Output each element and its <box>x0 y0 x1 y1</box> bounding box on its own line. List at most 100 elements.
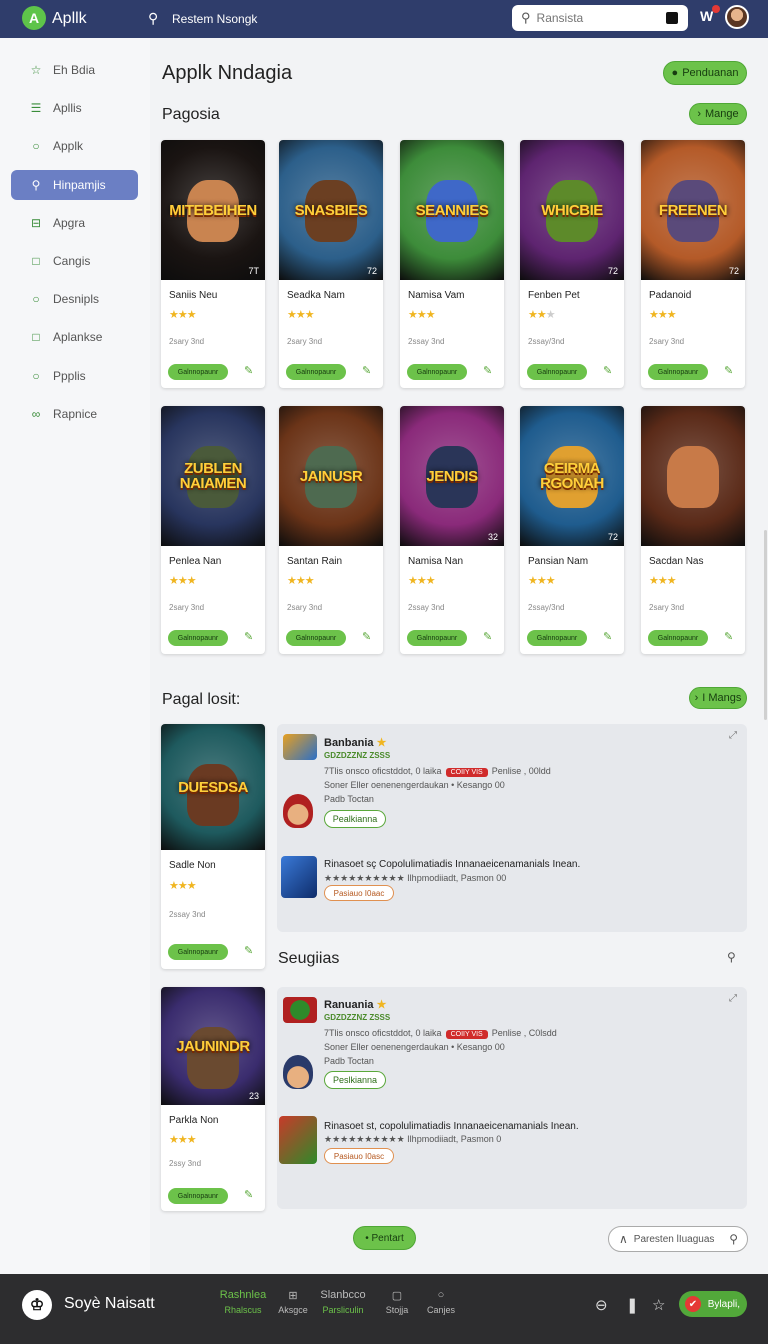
game-thumbnail[interactable]: SNASBIES 72 <box>279 140 383 280</box>
sidebar-item-6[interactable]: ○ Desnipls <box>11 284 138 314</box>
game-card[interactable]: Sacdan Nas ★★★ 2sary 3nd Galnnopaunr ✎ <box>641 406 745 654</box>
game-name: Fenben Pet <box>528 290 580 301</box>
featured-action-button[interactable]: Peslkianna <box>324 1071 386 1089</box>
search-box[interactable]: ⚲ <box>512 5 688 31</box>
close-icon[interactable]: ⤢ <box>729 993 737 1004</box>
pencil-icon[interactable]: ✎ <box>244 1188 253 1201</box>
game-thumbnail[interactable]: CEIRMA RGONAH 72 <box>520 406 624 546</box>
cta-button[interactable]: ✔ Bylapli, <box>679 1291 747 1317</box>
featured-title[interactable]: Banbania ★ <box>324 736 386 749</box>
get-button[interactable]: Galnnopaunr <box>407 630 467 646</box>
game-thumbnail[interactable]: JAUNINDR 23 <box>161 987 265 1105</box>
featured-panel[interactable]: ⤢ Banbania ★ GDZDZZNZ ZSSS 7Tlis onsco o… <box>277 724 747 932</box>
bottom-tab-0[interactable]: Rashnlea Rhalscus <box>218 1289 268 1315</box>
game-card[interactable]: FREENEN 72 Padanoid ★★★ 2sary 3nd Galnnopaunr… <box>641 140 745 388</box>
close-icon[interactable]: ⤢ <box>729 730 737 741</box>
get-button[interactable]: Galnnopaunr <box>168 944 228 960</box>
more-button-2[interactable]: › I Mangs <box>689 687 747 709</box>
game-card[interactable]: SEANNIES Namisa Vam ★★★ 2ssay 3nd Galnnopaun… <box>400 140 504 388</box>
featured-title[interactable]: Ranuania ★ <box>324 998 386 1011</box>
game-thumbnail[interactable]: SEANNIES <box>400 140 504 280</box>
sidebar-item-4[interactable]: ⊟ Apgra <box>11 208 138 238</box>
bottom-tab-4[interactable]: ○ Canjes <box>416 1289 466 1315</box>
sidebar-item-8[interactable]: ○ Ppplis <box>11 361 138 391</box>
get-button[interactable]: Galnnopaunr <box>168 364 228 380</box>
minus-circle-icon[interactable]: ⊖ <box>595 1296 608 1314</box>
pencil-icon[interactable]: ✎ <box>724 630 733 643</box>
star-outline-icon[interactable]: ☆ <box>652 1296 665 1314</box>
bottom-tab-1[interactable]: ⊞ Aksgce <box>268 1289 318 1315</box>
game-thumbnail[interactable]: ZUBLEN NAIAMEN <box>161 406 265 546</box>
sidebar-item-1[interactable]: ☰ Apllis <box>11 93 138 123</box>
game-card[interactable]: JAUNINDR 23 Parkla Non ★★★ 2ssy 3nd Galnnopau… <box>161 987 265 1211</box>
more-button[interactable]: › Mange <box>689 103 747 125</box>
featured-action-button[interactable]: Pealkianna <box>324 810 386 828</box>
bottom-tab-2[interactable]: Slanbcco Parsliculin <box>318 1289 368 1315</box>
featured-panel-2[interactable]: ⤢ Ranuania ★ GDZDZZNZ ZSSS 7Tlis onsco o… <box>277 987 747 1209</box>
pencil-icon[interactable]: ✎ <box>483 630 492 643</box>
avatar[interactable] <box>725 5 749 29</box>
pencil-icon[interactable]: ✎ <box>724 364 733 377</box>
game-thumbnail[interactable]: JAINUSR <box>279 406 383 546</box>
game-thumbnail[interactable]: FREENEN 72 <box>641 140 745 280</box>
game-card[interactable]: DUESDSA Sadle Non ★★★ 2ssay 3nd Galnnopaunr ✎ <box>161 724 265 969</box>
pencil-icon[interactable]: ✎ <box>244 364 253 377</box>
game-thumbnail[interactable]: JENDIS 32 <box>400 406 504 546</box>
game-thumbnail[interactable]: MITEBEIHEN 7T <box>161 140 265 280</box>
pause-icon[interactable]: ❚ <box>626 1296 639 1314</box>
game-thumbnail[interactable]: DUESDSA <box>161 724 265 850</box>
game-card[interactable]: ZUBLEN NAIAMEN Penlea Nan ★★★ 2sary 3nd Galn… <box>161 406 265 654</box>
get-button[interactable]: Galnnopaunr <box>286 630 346 646</box>
search-icon[interactable]: ⚲ <box>727 950 736 964</box>
get-button[interactable]: Galnnopaunr <box>286 364 346 380</box>
get-button[interactable]: Galnnopaunr <box>648 630 708 646</box>
game-card[interactable]: JAINUSR Santan Rain ★★★ 2sary 3nd Galnnopaun… <box>279 406 383 654</box>
app-action-button[interactable]: Pasiauo I0asc <box>324 1148 394 1164</box>
notification-icon[interactable]: W <box>700 5 720 26</box>
search-icon[interactable]: ⚲ <box>148 10 158 27</box>
pencil-icon[interactable]: ✎ <box>603 630 612 643</box>
sidebar-item-2[interactable]: ○ Applk <box>11 131 138 161</box>
pencil-icon[interactable]: ✎ <box>244 944 253 957</box>
get-button[interactable]: Galnnopaunr <box>648 364 708 380</box>
header-action-button[interactable]: ● Penduanan <box>663 61 747 85</box>
app-logo-icon[interactable]: A <box>22 6 46 30</box>
app-icon[interactable] <box>279 1116 317 1164</box>
sidebar-item-3[interactable]: ⚲ Hinpamjis <box>11 169 138 200</box>
game-card[interactable]: WHICBIE 72 Fenben Pet ★★★ 2ssay/3nd Galnnopau… <box>520 140 624 388</box>
app-title[interactable]: Rinasoet st, copolulimatiadis Innanaeice… <box>324 1121 579 1132</box>
top-search-label[interactable]: Restem Nsongk <box>172 12 257 26</box>
get-button[interactable]: Galnnopaunr <box>168 1188 228 1204</box>
sidebar: ☆ Eh Bdia ☰ Apllis ○ Applk ⚲ Hinpamjis ⊟ Apgra □ Ca… <box>0 38 150 1274</box>
bottom-tab-3[interactable]: ▢ Stojja <box>372 1289 422 1315</box>
pencil-icon[interactable]: ✎ <box>603 364 612 377</box>
game-thumbnail[interactable]: WHICBIE 72 <box>520 140 624 280</box>
sidebar-item-7[interactable]: □ Aplankse <box>11 322 138 352</box>
load-more-button[interactable]: • Pentart <box>353 1226 416 1250</box>
app-icon[interactable] <box>281 856 317 898</box>
pencil-icon[interactable]: ✎ <box>483 364 492 377</box>
brand-logo-icon[interactable]: ♔ <box>22 1290 52 1320</box>
scrollbar[interactable] <box>764 530 767 720</box>
app-title[interactable]: Rinasoet sç Copolulimatiadis Innanaeicen… <box>324 859 580 870</box>
game-thumbnail[interactable] <box>641 406 745 546</box>
game-card[interactable]: JENDIS 32 Namisa Nan ★★★ 2ssay 3nd Galnnopaun… <box>400 406 504 654</box>
game-card[interactable]: SNASBIES 72 Seadka Nam ★★★ 2sary 3nd Galnnopa… <box>279 140 383 388</box>
app-action-button[interactable]: Pasiauo I0aac <box>324 885 394 901</box>
pencil-icon[interactable]: ✎ <box>244 630 253 643</box>
pencil-icon[interactable]: ✎ <box>362 364 371 377</box>
bottom-search-input[interactable]: ∧ Paresten lIuaguas ⚲ <box>608 1226 748 1252</box>
game-card[interactable]: CEIRMA RGONAH 72 Pansian Nam ★★★ 2ssay/3nd Ga… <box>520 406 624 654</box>
sidebar-item-5[interactable]: □ Cangis <box>11 246 138 276</box>
notification-badge <box>712 5 720 13</box>
sidebar-item-0[interactable]: ☆ Eh Bdia <box>11 55 138 85</box>
search-input[interactable] <box>536 11 657 25</box>
get-button[interactable]: Galnnopaunr <box>527 630 587 646</box>
pencil-icon[interactable]: ✎ <box>362 630 371 643</box>
sidebar-item-9[interactable]: ∞ Rapnice <box>11 399 138 429</box>
game-card[interactable]: MITEBEIHEN 7T Saniis Neu ★★★ 2sary 3nd Galnno… <box>161 140 265 388</box>
get-button[interactable]: Galnnopaunr <box>527 364 587 380</box>
game-title-art: JENDIS <box>426 467 478 485</box>
get-button[interactable]: Galnnopaunr <box>168 630 228 646</box>
get-button[interactable]: Galnnopaunr <box>407 364 467 380</box>
